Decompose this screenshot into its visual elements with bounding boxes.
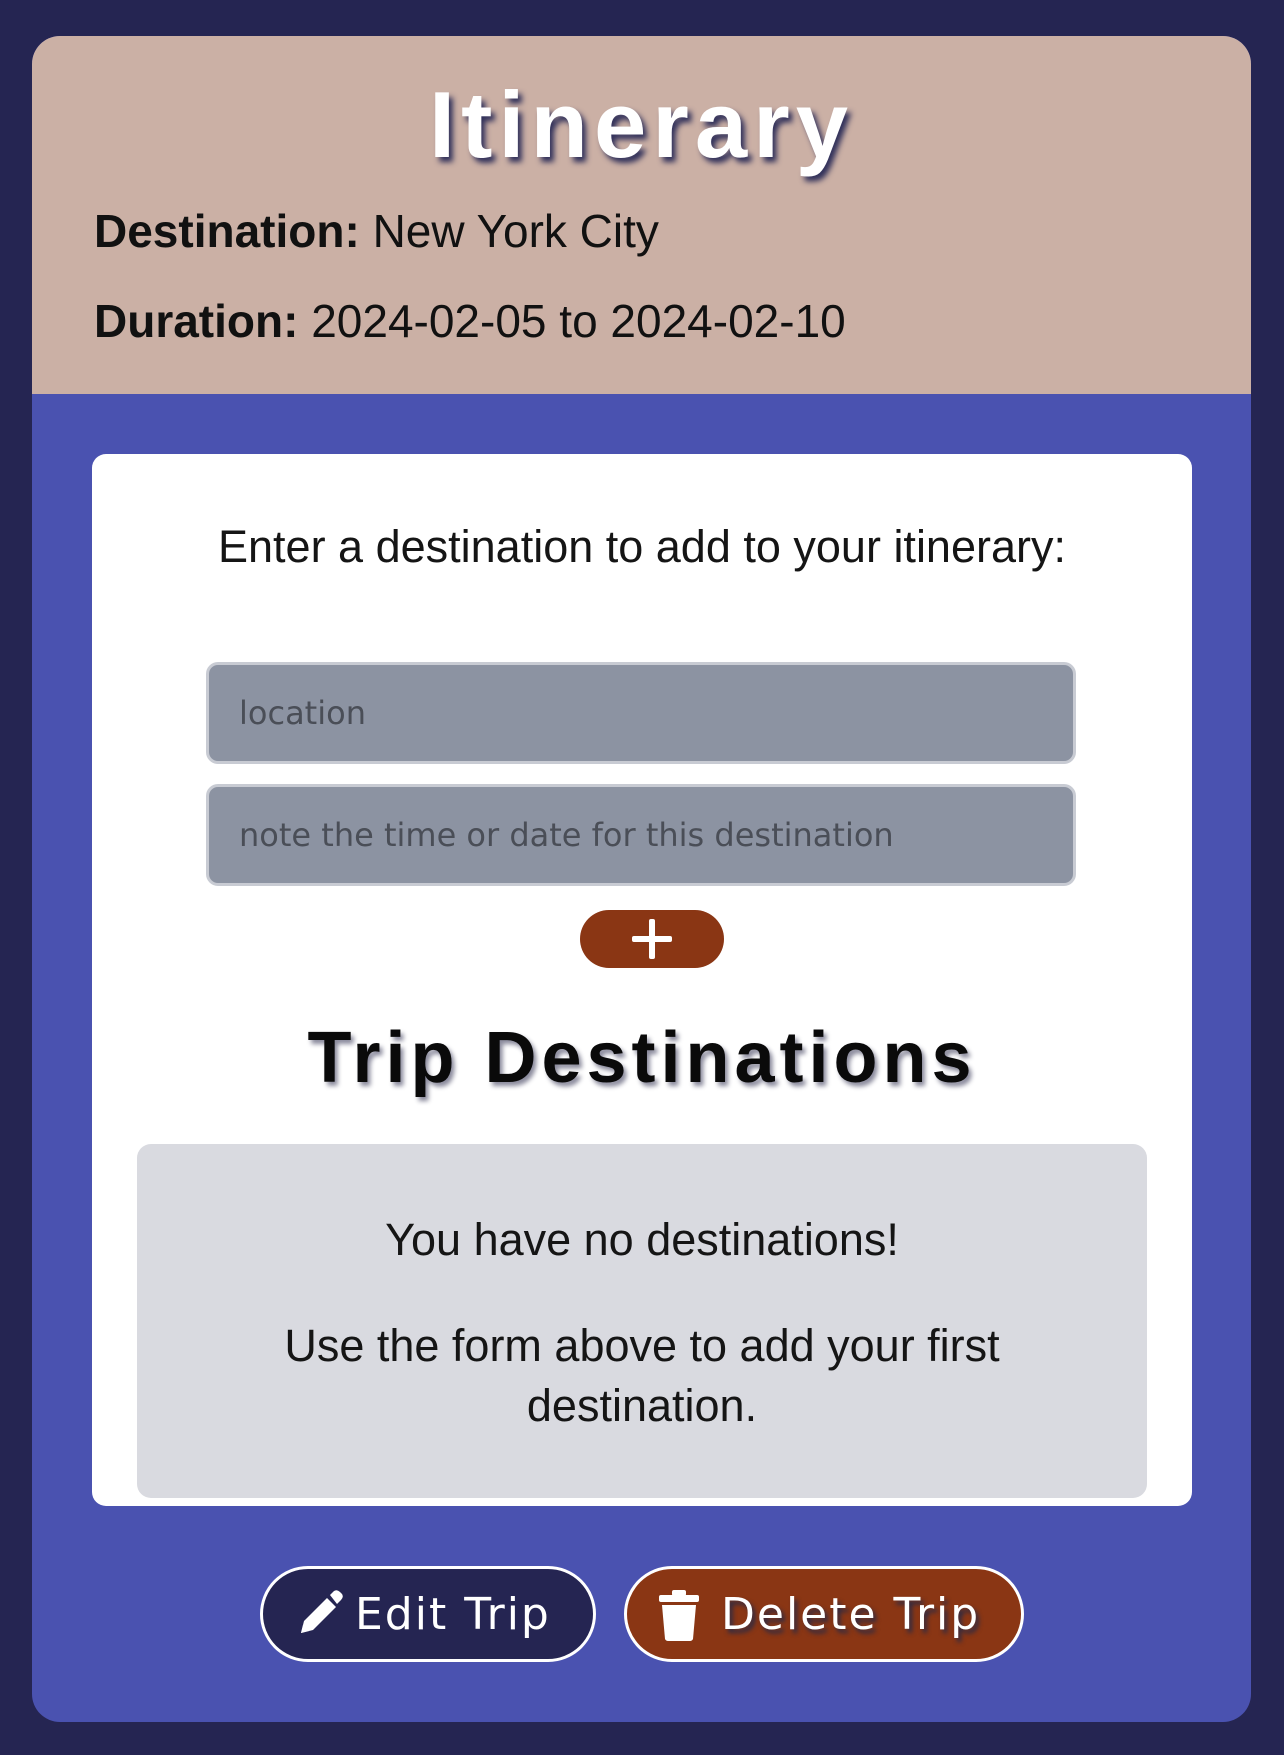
note-input[interactable] — [206, 784, 1076, 886]
empty-hint: Use the form above to add your first des… — [284, 1320, 1000, 1431]
destination-label: Destination: — [94, 205, 360, 257]
empty-destinations-message: You have no destinations! Use the form a… — [137, 1144, 1147, 1498]
add-destination-button[interactable] — [580, 910, 724, 968]
destination-info: Destination: New York City — [94, 208, 659, 254]
edit-trip-button[interactable]: Edit Trip — [260, 1566, 596, 1662]
trash-icon — [657, 1589, 701, 1652]
delete-trip-button[interactable]: Delete Trip — [624, 1566, 1024, 1662]
destination-value: New York City — [372, 205, 659, 257]
edit-trip-label: Edit Trip — [355, 1589, 551, 1640]
empty-title: You have no destinations! — [385, 1214, 899, 1265]
trip-destinations-heading: Trip Destinations — [307, 1018, 977, 1098]
duration-label: Duration: — [94, 295, 299, 347]
add-destination-prompt: Enter a destination to add to your itine… — [218, 521, 1066, 572]
itinerary-header: Itinerary Destination: New York City Dur… — [32, 36, 1251, 394]
pencil-icon — [293, 1589, 343, 1652]
itinerary-card: Itinerary Destination: New York City Dur… — [32, 36, 1251, 1722]
destination-panel: Enter a destination to add to your itine… — [92, 454, 1192, 1506]
duration-value: 2024-02-05 to 2024-02-10 — [311, 295, 846, 347]
duration-info: Duration: 2024-02-05 to 2024-02-10 — [94, 298, 846, 344]
location-input[interactable] — [206, 662, 1076, 764]
page-title: Itinerary — [429, 72, 854, 177]
delete-trip-label: Delete Trip — [721, 1589, 981, 1640]
